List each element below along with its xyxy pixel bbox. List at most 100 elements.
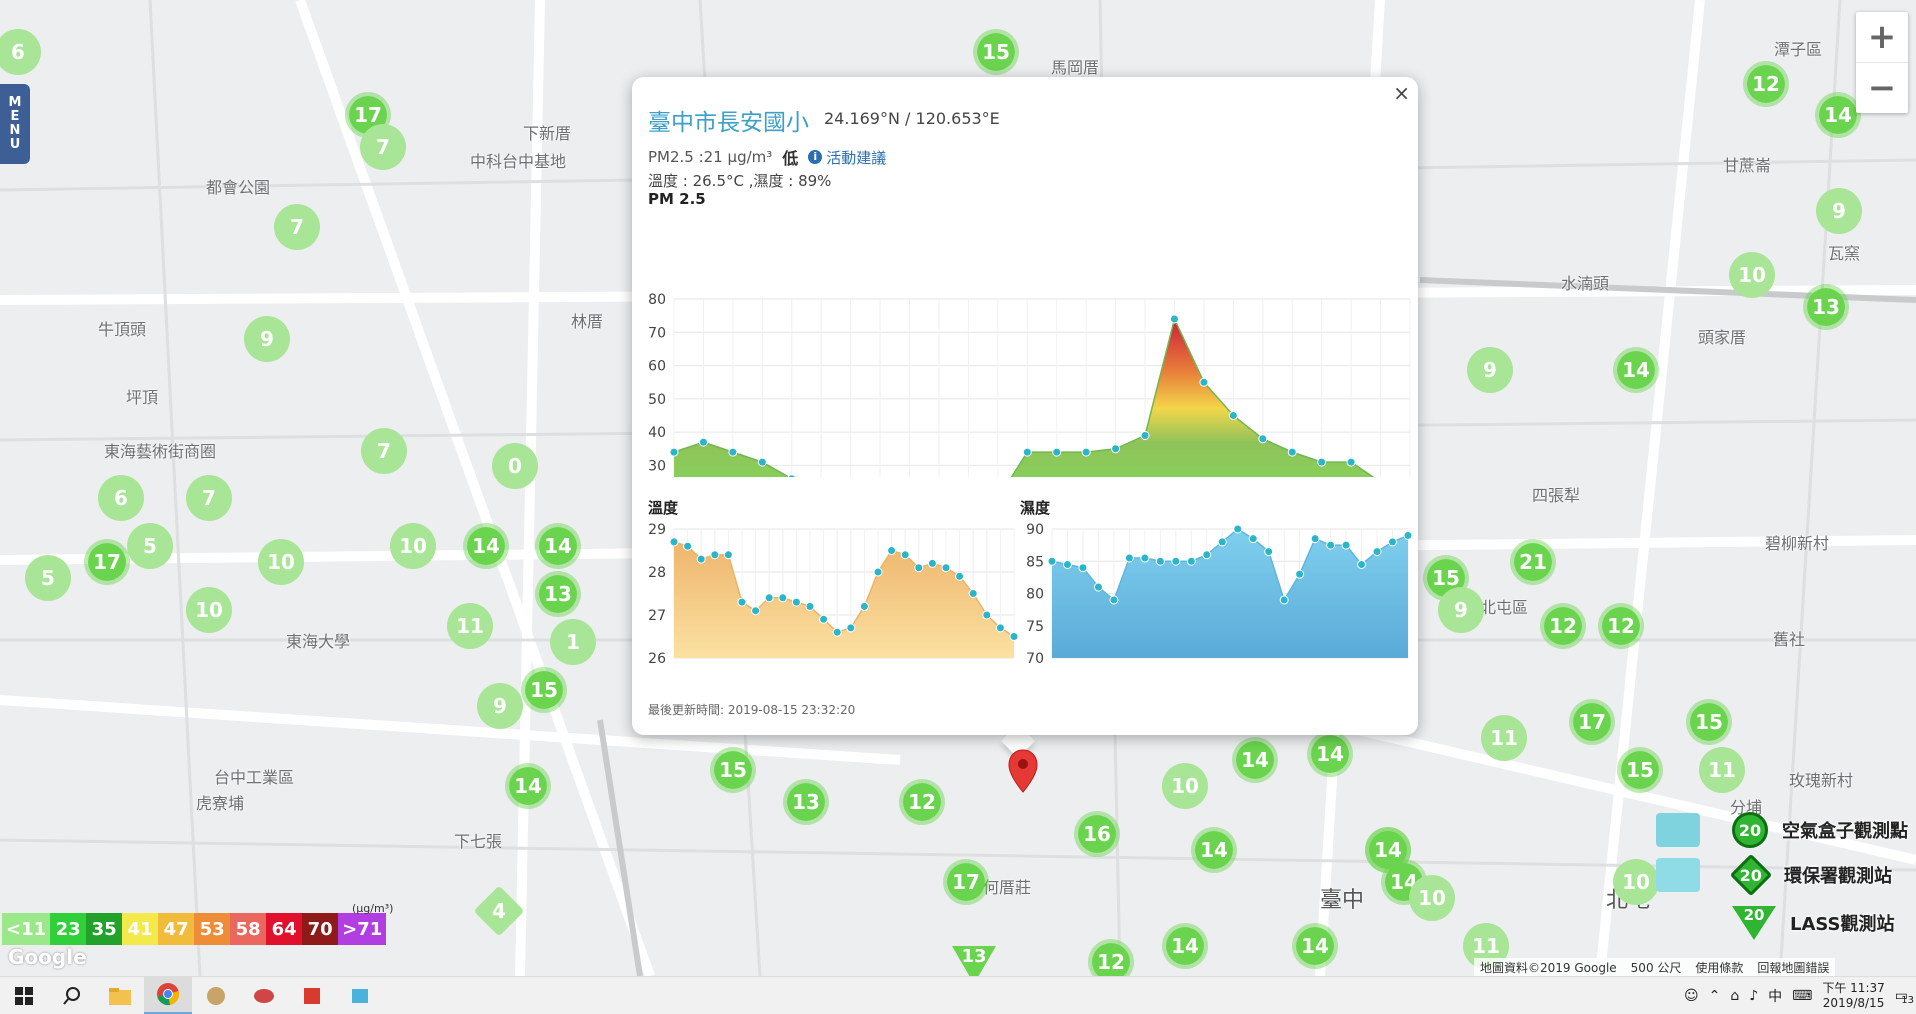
station-marker[interactable]: 10 [258, 539, 304, 585]
station-marker[interactable]: 9 [1438, 587, 1484, 633]
station-marker[interactable]: 7 [274, 204, 320, 250]
data-point [1248, 534, 1258, 544]
map-place-label: 坪頂 [126, 388, 159, 407]
station-marker[interactable]: 7 [361, 428, 407, 474]
station-marker[interactable]: 11 [1699, 747, 1745, 793]
station-marker[interactable]: 14 [535, 523, 581, 569]
people-icon[interactable]: ☺ [1684, 988, 1699, 1004]
data-point [791, 597, 801, 607]
station-marker[interactable]: 10 [1409, 875, 1455, 921]
data-point [1233, 524, 1243, 534]
station-marker[interactable]: 11 [447, 603, 493, 649]
app-button[interactable] [192, 977, 240, 1014]
chrome-button[interactable] [144, 976, 192, 1014]
station-marker[interactable]: 15 [1686, 699, 1732, 745]
station-marker[interactable]: 21 [1510, 539, 1556, 585]
station-marker[interactable]: 14 [1613, 347, 1659, 393]
station-marker[interactable]: 7 [186, 475, 232, 521]
station-marker[interactable]: 17 [943, 859, 989, 905]
terms-link[interactable]: 使用條款 [1695, 959, 1743, 976]
station-marker[interactable]: 17 [84, 539, 130, 585]
station-marker[interactable]: 1 [550, 619, 596, 665]
station-marker[interactable]: 14 [463, 523, 509, 569]
y-tick-label: 40 [648, 425, 666, 441]
map-place-label: 台中工業區 [214, 768, 295, 787]
map-place-label: 何厝莊 [983, 878, 1032, 897]
zoom-out-button[interactable]: − [1856, 63, 1908, 113]
input-icon[interactable]: ⌨ [1792, 988, 1812, 1004]
station-marker[interactable]: 10 [186, 587, 232, 633]
station-marker[interactable]: 15 [710, 747, 756, 793]
station-marker[interactable]: 12 [1540, 603, 1586, 649]
station-marker[interactable]: 17 [1569, 699, 1615, 745]
app-button[interactable] [288, 977, 336, 1014]
app-button[interactable] [336, 977, 384, 1014]
start-button[interactable] [0, 977, 48, 1014]
clock[interactable]: 下午 11:37 2019/8/15 [1822, 981, 1884, 1011]
station-marker[interactable]: 11 [1481, 715, 1527, 761]
station-marker[interactable]: 15 [973, 29, 1019, 75]
station-marker[interactable]: 6 [98, 475, 144, 521]
data-point [914, 563, 924, 573]
station-marker[interactable]: 14 [1162, 923, 1208, 969]
search-icon [63, 986, 80, 1005]
station-marker[interactable]: 10 [1729, 252, 1775, 298]
station-marker[interactable]: 13 [783, 779, 829, 825]
station-marker[interactable]: 7 [360, 124, 406, 170]
file-explorer-button[interactable] [96, 977, 144, 1014]
station-marker[interactable]: 9 [1816, 188, 1862, 234]
station-marker[interactable]: 15 [521, 667, 567, 713]
notification-icon[interactable]: ▭ 13 [1895, 988, 1914, 1006]
station-marker[interactable]: 16 [1074, 811, 1120, 857]
station-marker[interactable]: 9 [244, 316, 290, 362]
ime-indicator[interactable]: 中 [1768, 986, 1782, 1006]
station-marker[interactable]: 10 [390, 523, 436, 569]
station-marker[interactable]: 9 [1467, 347, 1513, 393]
station-marker[interactable]: 0 [492, 443, 538, 489]
location-pin-icon[interactable] [1008, 748, 1038, 794]
activity-advice-link[interactable]: i 活動建議 [808, 147, 886, 168]
menu-button[interactable]: M E N U [0, 84, 30, 164]
station-marker[interactable]: 14 [505, 763, 551, 809]
station-marker[interactable]: 15 [1617, 747, 1663, 793]
map-place-label: 舊社 [1773, 630, 1806, 649]
data-point [1295, 569, 1305, 579]
network-icon[interactable]: ⌂ [1730, 988, 1739, 1004]
station-marker[interactable]: 12 [1743, 61, 1789, 107]
data-point [1124, 553, 1134, 563]
zoom-in-button[interactable]: + [1856, 12, 1908, 62]
station-marker[interactable]: 10 [1613, 859, 1659, 905]
report-error-link[interactable]: 回報地圖錯誤 [1757, 959, 1829, 976]
lass-station-marker[interactable]: 13 [952, 946, 996, 976]
map-place-label: 東海藝術街商圈 [104, 442, 217, 461]
station-marker[interactable]: 14 [1292, 923, 1338, 969]
volume-icon[interactable]: ♪ [1749, 988, 1758, 1004]
epa-building-icon [1656, 858, 1700, 892]
station-marker[interactable]: 10 [1162, 763, 1208, 809]
station-marker[interactable]: 12 [899, 779, 945, 825]
chevron-up-icon[interactable]: ⌃ [1709, 988, 1721, 1004]
data-point [968, 589, 978, 598]
station-marker[interactable]: 13 [535, 571, 581, 617]
search-button[interactable] [48, 977, 96, 1014]
epa-badge-icon: 20 [1729, 853, 1773, 897]
station-marker[interactable]: 9 [477, 683, 523, 729]
station-marker[interactable]: 5 [25, 555, 71, 601]
app-icon [304, 987, 320, 1004]
station-marker[interactable]: 13 [1803, 284, 1849, 330]
station-marker[interactable]: 14 [1232, 737, 1278, 783]
data-point [1279, 595, 1289, 605]
station-marker[interactable]: 14 [1307, 731, 1353, 777]
station-marker[interactable]: 14 [1365, 827, 1411, 873]
station-marker[interactable]: 12 [1598, 603, 1644, 649]
close-button[interactable]: × [1393, 81, 1410, 105]
station-marker[interactable]: 14 [1191, 827, 1237, 873]
map-canvas[interactable]: 中科台中基地 下新厝 牛頂頭 坪頂 林厝 東海藝術街商圈 東海大學 都會公園 台中工業區 虎寮埔下… [0, 0, 1916, 976]
station-marker-value: 4 [492, 898, 506, 923]
station-marker[interactable]: 14 [1815, 92, 1861, 138]
app-button[interactable] [240, 977, 288, 1014]
data-point [1155, 556, 1165, 566]
data-point [1258, 434, 1268, 444]
station-marker[interactable]: 5 [127, 523, 173, 569]
map-place-label: 瓦窯 [1828, 244, 1861, 263]
